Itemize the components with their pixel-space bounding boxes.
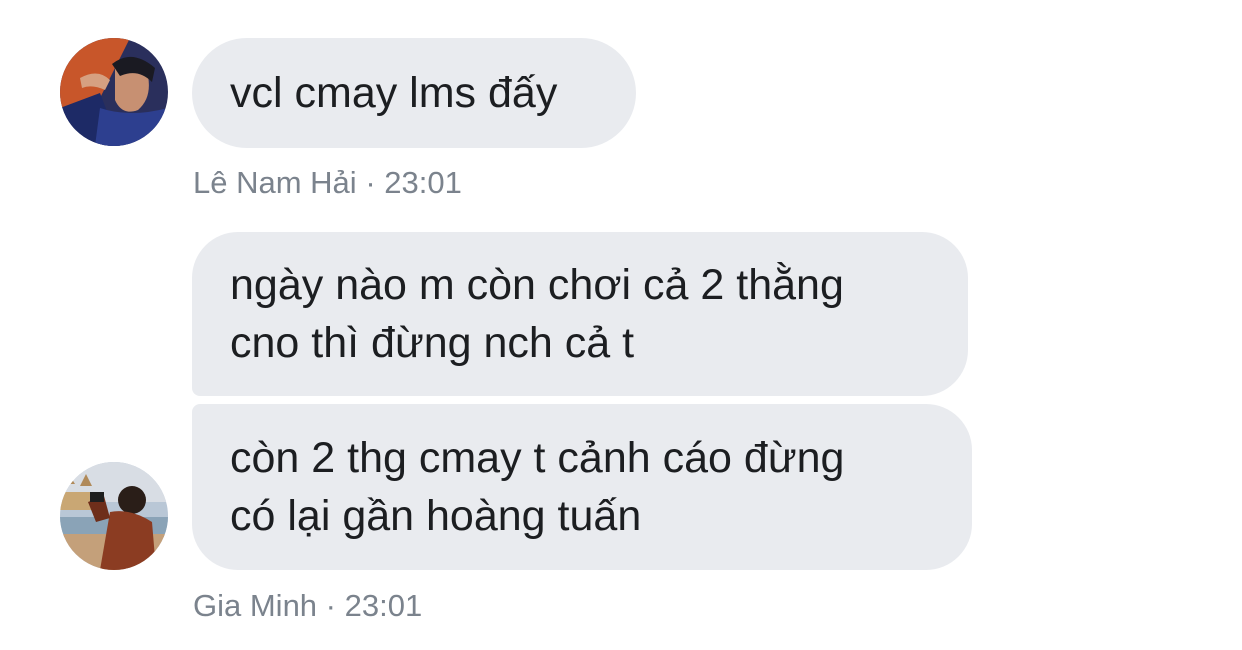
message-time: 23:01 [384,165,462,200]
message-text-line: ngày nào m còn chơi cả 2 thằng [230,261,844,309]
message-bubble[interactable]: ngày nào m còn chơi cả 2 thằng cno thì đ… [192,232,968,396]
message-text-line: có lại gần hoàng tuấn [230,492,642,540]
message-meta-gia-minh: Gia Minh · 23:01 [193,588,422,624]
avatar-le-nam-hai[interactable] [60,38,168,146]
avatar-photo-icon [60,462,168,570]
meta-separator: · [365,165,376,200]
message-text-line: vcl cmay lms đấy [230,69,558,117]
avatar-gia-minh[interactable] [60,462,168,570]
message-text-line: cno thì đừng nch cả t [230,319,635,367]
avatar-photo-icon [60,38,168,146]
meta-separator: · [325,588,336,623]
message-bubble[interactable]: còn 2 thg cmay t cảnh cáo đừng có lại gầ… [192,404,972,570]
sender-name: Gia Minh [193,588,318,623]
message-bubble[interactable]: vcl cmay lms đấy [192,38,636,148]
sender-name: Lê Nam Hải [193,165,357,200]
message-time: 23:01 [344,588,423,623]
message-text-line: còn 2 thg cmay t cảnh cáo đừng [230,434,845,482]
message-meta-le-nam-hai: Lê Nam Hải · 23:01 [193,165,462,201]
